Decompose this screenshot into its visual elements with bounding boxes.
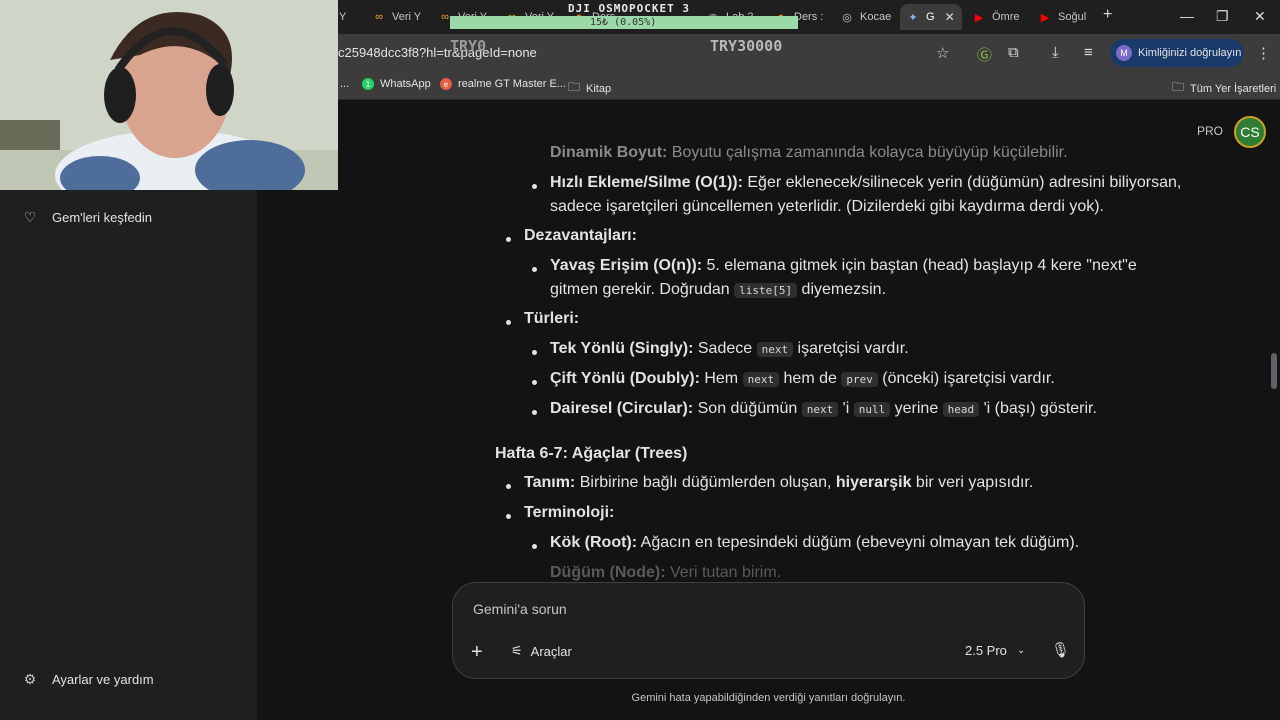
profile-initial: M	[1116, 45, 1132, 61]
download-icon[interactable]: ⤓	[1052, 44, 1059, 61]
tools-button[interactable]: ⚟ Araçlar	[511, 643, 572, 659]
webcam-person-image	[0, 0, 338, 190]
tools-icon: ⚟	[511, 643, 523, 658]
youtube-icon: ▶	[974, 11, 984, 24]
list-item: Tanım: Birbirine bağlı düğümlerden oluşa…	[524, 474, 1034, 491]
list-item: Yavaş Erişim (O(n)): 5. elemana gitmek i…	[550, 257, 1137, 274]
list-item: Dinamik Boyut: Boyutu çalışma zamanında …	[550, 144, 1068, 161]
ticker-device: DJI OSMOPOCKET 3	[568, 2, 690, 15]
list-item: Hızlı Ekleme/Silme (O(1)): Eğer eklenece…	[550, 174, 1182, 191]
reading-list-icon[interactable]: ≡	[1084, 44, 1093, 61]
star-icon[interactable]: ☆	[936, 44, 949, 62]
ticker-change: 15₺ (0.05%)	[590, 17, 657, 28]
url-field[interactable]: c25948dcc3f8?hl=tr&pageId=none	[338, 45, 537, 60]
bookmark-label: ...	[340, 78, 350, 90]
tab-item[interactable]: ▶ Ömre	[972, 4, 1030, 30]
gear-icon: ⚙	[23, 671, 37, 687]
pro-badge: PRO	[1197, 124, 1224, 138]
bookmark-item[interactable]: ...	[340, 78, 349, 90]
verify-label: Kimliğinizi doğrulayın	[1138, 47, 1242, 59]
disclaimer: Gemini hata yapabildiğinden verdiği yanı…	[631, 692, 906, 704]
all-bookmarks[interactable]: 🗀 Tüm Yer İşaretleri	[1172, 78, 1276, 99]
bookmark-label: Kitap	[586, 82, 612, 95]
price-right: TRY30000	[710, 37, 783, 55]
add-icon[interactable]: +	[471, 641, 483, 664]
verify-identity-button[interactable]: M Kimliğinizi doğrulayın	[1110, 39, 1244, 67]
bookmark-whatsapp[interactable]: 1 WhatsApp	[362, 78, 431, 90]
folder-icon: 🗀	[568, 80, 581, 94]
tab-item[interactable]: ▶ Soğul	[1038, 4, 1094, 30]
tab-item[interactable]: ◎ Kocae	[840, 4, 894, 30]
bookmark-label: realme GT Master E...	[458, 78, 566, 90]
price-left: TRY0	[450, 37, 487, 55]
list-item-continuation: gitmen gerekir. Doğrudan liste[5] diyeme…	[550, 281, 887, 298]
tab-label: Ömre	[992, 11, 1020, 23]
tools-label: Araçlar	[530, 643, 572, 659]
list-heading: Dezavantajları:	[524, 227, 637, 244]
list-item: Dairesel (Circular): Son düğümün next 'i…	[550, 400, 1097, 417]
bookmark-realme[interactable]: e realme GT Master E...	[440, 78, 566, 90]
folder-icon: 🗀	[1172, 80, 1185, 94]
tab-label: Ders :	[794, 11, 824, 23]
microphone-icon[interactable]: 🎙	[1051, 641, 1070, 659]
list-item: Çift Yönlü (Doubly): Hem next hem de pre…	[550, 370, 1055, 387]
new-tab-icon[interactable]: +	[1103, 6, 1112, 24]
globe-icon: ◎	[842, 11, 852, 24]
section-heading: Hafta 6-7: Ağaçlar (Trees)	[495, 445, 688, 462]
list-item-continuation: sadece işaretçileri güncellemen yeterlid…	[550, 198, 1104, 215]
tab-label: G	[926, 11, 935, 23]
close-window-icon[interactable]: ✕	[1254, 8, 1266, 25]
list-heading: Terminoloji:	[524, 504, 615, 521]
list-item: Kök (Root): Ağacın en tepesindeki düğüm …	[550, 534, 1080, 551]
extensions-icon[interactable]: ⧉	[1008, 44, 1019, 61]
list-item: Tek Yönlü (Singly): Sadece next işaretçi…	[550, 340, 909, 357]
tab-label: Soğul	[1058, 11, 1087, 23]
list-item-faded: Düğüm (Node): Veri tutan birim.	[550, 564, 782, 581]
list-heading: Türleri:	[524, 310, 580, 327]
tab-item[interactable]: ∞ Veri Y	[372, 4, 424, 30]
chevron-down-icon: ⌄	[1016, 645, 1026, 656]
settings-label: Ayarlar ve yardım	[52, 672, 154, 687]
avatar[interactable]: CS	[1234, 116, 1266, 148]
youtube-icon: ▶	[1040, 11, 1050, 24]
bookmark-label: Tüm Yer İşaretleri	[1190, 82, 1277, 95]
prompt-placeholder[interactable]: Gemini'a sorun	[473, 601, 567, 617]
tab-label: Kocae	[860, 11, 892, 23]
model-label: 2.5 Pro	[965, 643, 1007, 658]
tab-label: Veri Y	[392, 11, 422, 23]
price-ticker-overlay: DJI OSMOPOCKET 3 15₺ (0.05%)	[450, 0, 798, 30]
settings-help-button[interactable]: ⚙ Ayarlar ve yardım	[22, 671, 154, 688]
grammarly-icon[interactable]: Ⓖ	[977, 44, 992, 65]
prompt-input-box[interactable]: Gemini'a sorun + ⚟ Araçlar 2.5 Pro ⌄ 🎙	[452, 582, 1085, 679]
explore-gems-button[interactable]: ♡ Gem'leri keşfedin	[22, 209, 152, 226]
webcam-overlay	[0, 0, 338, 190]
gem-heart-icon: ♡	[23, 209, 37, 225]
tab-item-active[interactable]: ✦ G ✕	[900, 4, 962, 30]
infinity-icon: ∞	[375, 11, 383, 23]
minimize-icon[interactable]: —	[1180, 8, 1194, 24]
bookmark-kitap[interactable]: 🗀 Kitap	[568, 78, 611, 99]
scrollbar[interactable]	[1271, 353, 1277, 389]
whatsapp-icon: 1	[362, 78, 374, 90]
close-tab-icon[interactable]: ✕	[945, 10, 955, 24]
restore-icon[interactable]: ❐	[1216, 8, 1229, 25]
realme-icon: e	[440, 78, 452, 90]
bookmark-label: WhatsApp	[380, 78, 431, 90]
model-selector[interactable]: 2.5 Pro ⌄	[965, 643, 1025, 658]
gemini-icon: ✦	[908, 11, 918, 24]
sidebar: ♡ Gem'leri keşfedin ⚙ Ayarlar ve yardım	[0, 101, 257, 720]
menu-icon[interactable]: ⋮	[1256, 44, 1271, 62]
explore-gems-label: Gem'leri keşfedin	[52, 210, 153, 225]
